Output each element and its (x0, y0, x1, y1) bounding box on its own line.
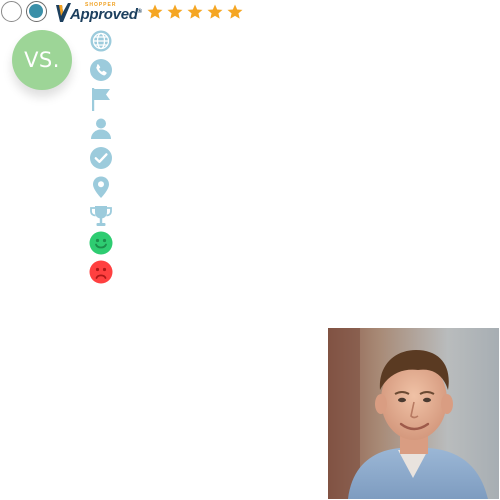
vs-badge: VS. (12, 30, 72, 90)
option-radio-selected[interactable] (26, 1, 47, 22)
star-icon (147, 4, 163, 19)
shopper-approved-check-icon (56, 3, 71, 22)
phone-icon (90, 59, 112, 81)
approved-label: Approved® (70, 6, 142, 23)
trophy-icon (90, 206, 112, 226)
globe-icon (90, 30, 112, 52)
option-radio-unselected[interactable] (1, 1, 22, 22)
star-icon (187, 4, 203, 19)
star-icon (167, 4, 183, 19)
sad-face-icon (89, 260, 113, 284)
shopper-approved-logo: SHOPPER Approved® (55, 2, 142, 23)
user-icon (91, 118, 111, 139)
happy-face-icon (89, 231, 113, 255)
star-rating (146, 3, 246, 21)
star-icon (207, 4, 223, 19)
flag-icon (92, 88, 110, 111)
star-icon (227, 4, 243, 19)
location-pin-icon (93, 176, 109, 198)
portrait-photo (328, 328, 499, 499)
check-circle-icon (90, 147, 112, 169)
